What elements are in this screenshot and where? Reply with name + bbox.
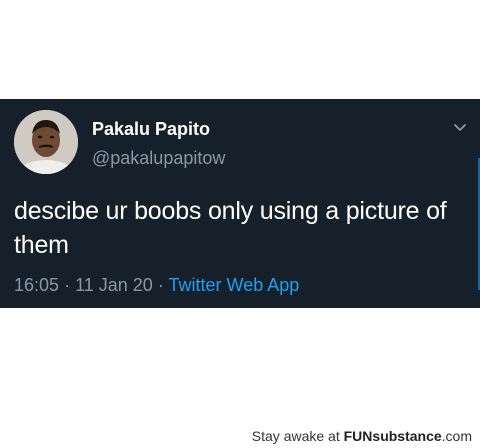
meta-separator: ·	[64, 275, 71, 295]
tweet-text: descibe ur boobs only using a picture of…	[14, 197, 447, 259]
meta-separator: ·	[157, 275, 164, 295]
tweet-time[interactable]: 16:05	[14, 275, 59, 295]
avatar-photo	[14, 110, 78, 174]
tweet-source-link[interactable]: Twitter Web App	[169, 275, 300, 295]
tweet-date[interactable]: 11 Jan 20	[75, 275, 153, 295]
watermark: Stay awake at FUNsubstance.com	[252, 428, 472, 444]
handle[interactable]: @pakalupapitow	[92, 147, 225, 169]
tweet-meta: 16:05 · 11 Jan 20 · Twitter Web App	[14, 274, 299, 296]
avatar[interactable]	[14, 110, 78, 174]
watermark-brand-rest: substance	[372, 428, 442, 444]
watermark-prefix: Stay awake at	[251, 428, 340, 444]
watermark-suffix: .com	[441, 428, 472, 444]
watermark-brand-fun: FUN	[343, 428, 373, 444]
watermark-brand: FUNsubstance	[344, 428, 442, 444]
display-name[interactable]: Pakalu Papito	[92, 118, 210, 140]
chevron-down-icon[interactable]	[452, 119, 468, 135]
